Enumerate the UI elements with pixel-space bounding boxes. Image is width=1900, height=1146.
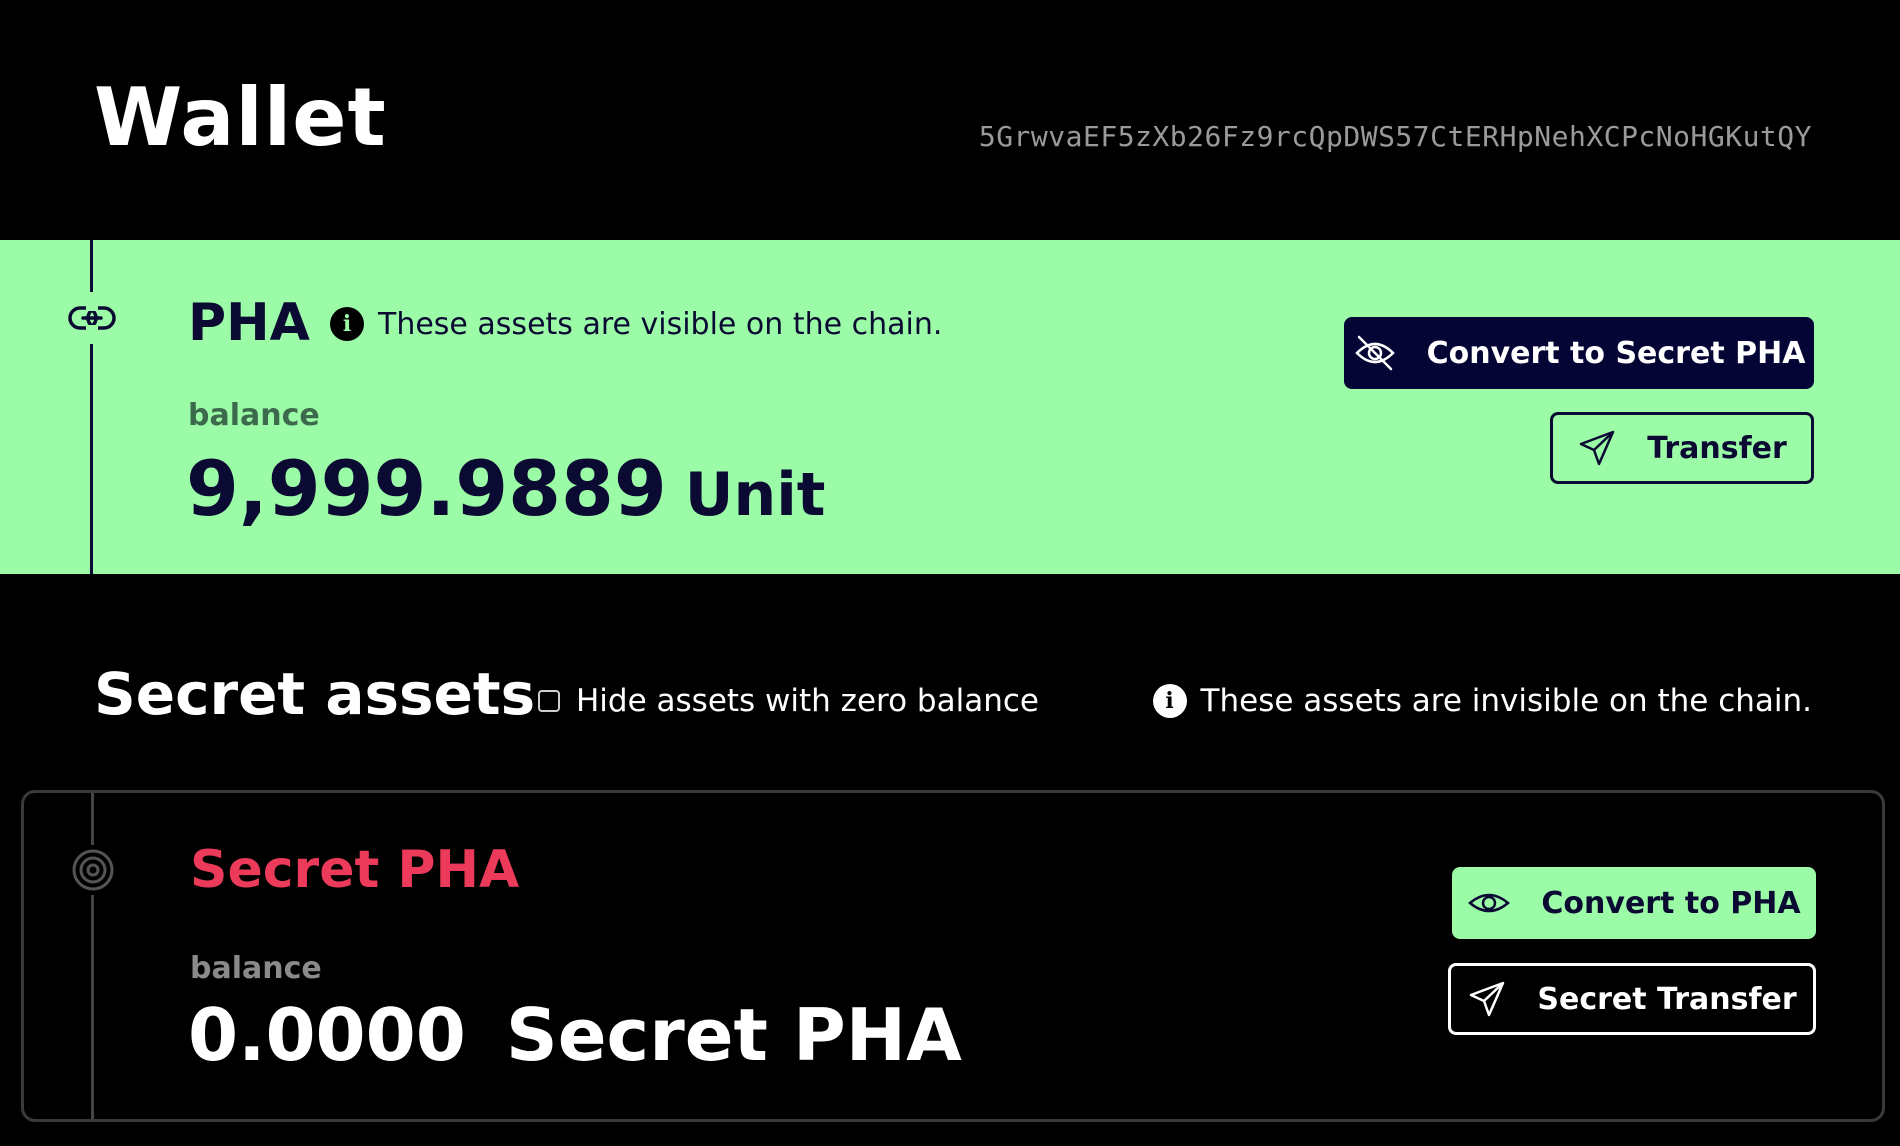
page-title: Wallet — [94, 71, 387, 164]
eye-off-icon — [1353, 333, 1397, 373]
invisibility-note: i These assets are invisible on the chai… — [1152, 680, 1812, 722]
info-icon: i — [330, 307, 364, 341]
pha-balance: 9,999.9889 Unit — [186, 444, 825, 533]
convert-to-secret-button[interactable]: Convert to Secret PHA — [1344, 317, 1814, 389]
send-icon — [1467, 979, 1507, 1019]
visibility-note-text: These assets are visible on the chain. — [378, 306, 943, 342]
wallet-header: Wallet 5GrwvaEF5zXb26Fz9rcQpDWS57CtERHpN… — [0, 0, 1900, 240]
pha-asset-panel: PHA i These assets are visible on the ch… — [0, 240, 1900, 574]
wallet-address[interactable]: 5GrwvaEF5zXb26Fz9rcQpDWS57CtERHpNehXCPcN… — [979, 120, 1812, 153]
balance-unit: Secret PHA — [505, 993, 962, 1077]
balance-unit: Unit — [684, 460, 826, 530]
hide-zero-checkbox[interactable] — [538, 690, 560, 712]
transfer-button[interactable]: Transfer — [1550, 412, 1814, 484]
convert-to-pha-label: Convert to PHA — [1541, 885, 1801, 921]
pha-title: PHA — [188, 293, 310, 353]
secret-assets-title: Secret assets — [94, 660, 536, 728]
convert-to-secret-label: Convert to Secret PHA — [1426, 335, 1806, 371]
invisibility-note-text: These assets are invisible on the chain. — [1200, 683, 1812, 719]
visibility-note: i These assets are visible on the chain. — [330, 304, 942, 344]
link-icon — [62, 292, 122, 344]
hide-zero-balance-toggle[interactable]: Hide assets with zero balance — [538, 680, 1039, 722]
transfer-label: Transfer — [1647, 430, 1787, 466]
info-icon: i — [1152, 684, 1187, 718]
secret-pha-balance: 0.0000 Secret PHA — [188, 993, 962, 1077]
timeline-line — [91, 793, 94, 1119]
secret-pha-title: Secret PHA — [190, 840, 520, 900]
send-icon — [1577, 428, 1617, 468]
convert-to-pha-button[interactable]: Convert to PHA — [1452, 867, 1816, 939]
secret-transfer-label: Secret Transfer — [1537, 981, 1797, 1017]
balance-label: balance — [190, 951, 322, 986]
timeline-line — [90, 240, 93, 574]
target-icon — [68, 845, 118, 895]
balance-amount: 0.0000 — [188, 993, 466, 1077]
eye-icon — [1467, 887, 1511, 919]
balance-amount: 9,999.9889 — [186, 444, 667, 533]
secret-pha-card: Secret PHA balance 0.0000 Secret PHA Conv… — [21, 790, 1885, 1122]
balance-label: balance — [188, 398, 320, 433]
hide-zero-label: Hide assets with zero balance — [576, 683, 1039, 719]
secret-transfer-button[interactable]: Secret Transfer — [1448, 963, 1816, 1035]
